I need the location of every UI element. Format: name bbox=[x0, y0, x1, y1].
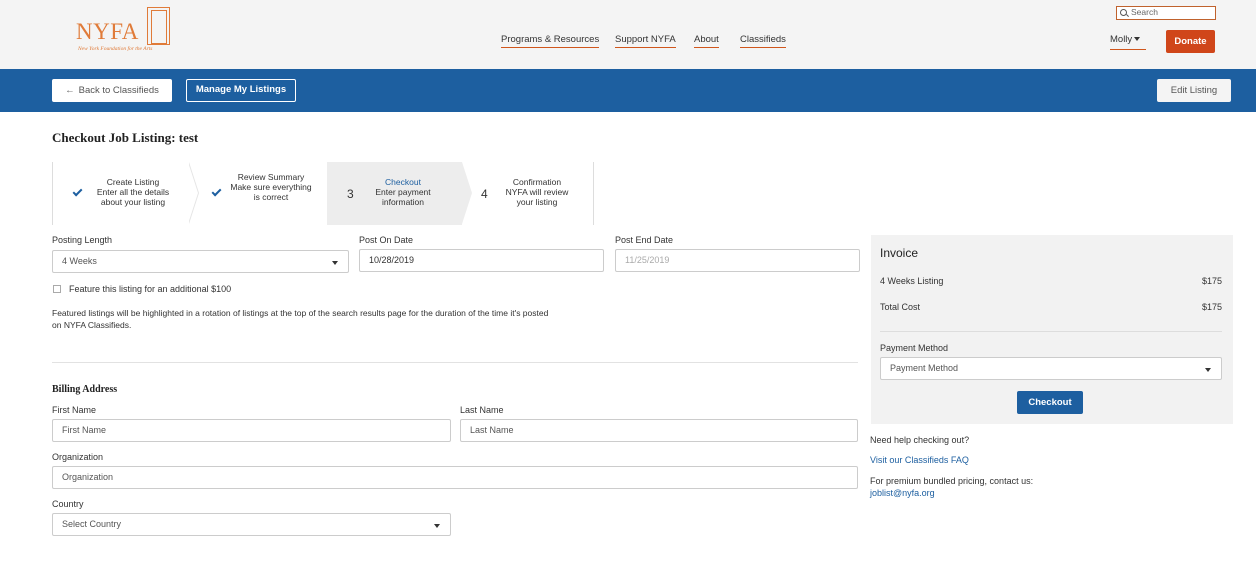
pricing-contact-text: For premium bundled pricing, contact us: bbox=[870, 476, 1034, 486]
step-number: 3 bbox=[347, 187, 354, 201]
posting-length-label: Posting Length bbox=[52, 235, 113, 245]
page-title: Checkout Job Listing: test bbox=[52, 130, 199, 145]
post-end-date-label: Post End Date bbox=[615, 235, 674, 245]
feature-listing-label: Feature this listing for an additional $… bbox=[69, 284, 232, 294]
invoice-total: Total Cost $175 bbox=[880, 302, 1222, 312]
site-header: NYFA New York Foundation for the Arts Pr… bbox=[0, 0, 1256, 69]
step-number: 4 bbox=[481, 187, 488, 201]
post-on-date-input[interactable]: 10/28/2019 bbox=[359, 249, 604, 272]
step-title: Review Summary bbox=[237, 172, 305, 182]
help-question: Need help checking out? bbox=[870, 435, 970, 445]
country-value: Select Country bbox=[62, 519, 122, 529]
billing-address-title: Billing Address bbox=[52, 384, 118, 395]
chevron-down-icon bbox=[434, 524, 440, 528]
search-placeholder: Search bbox=[1131, 7, 1158, 17]
step-checkout: 3 Checkout Enter payment information bbox=[327, 162, 462, 225]
posting-length-select[interactable]: 4 Weeks bbox=[52, 250, 349, 273]
invoice-line-label: 4 Weeks Listing bbox=[880, 276, 944, 286]
arrow-left-icon: ← bbox=[65, 85, 75, 96]
post-on-date-label: Post On Date bbox=[359, 235, 414, 245]
nav-support-nyfa[interactable]: Support NYFA bbox=[615, 34, 676, 48]
country-label: Country bbox=[52, 499, 84, 509]
check-icon bbox=[72, 186, 83, 197]
back-label: Back to Classifieds bbox=[78, 85, 159, 96]
donate-button[interactable]: Donate bbox=[1166, 30, 1215, 53]
back-to-classifieds-button[interactable]: ← Back to Classifieds bbox=[52, 79, 172, 102]
last-name-field[interactable]: Last Name bbox=[460, 419, 858, 442]
post-end-date-input: 11/25/2019 bbox=[615, 249, 860, 272]
check-icon bbox=[211, 186, 222, 197]
step-title: Create Listing bbox=[106, 177, 160, 187]
step-title: Checkout bbox=[385, 177, 421, 187]
posting-length-value: 4 Weeks bbox=[62, 256, 97, 266]
manage-listings-button[interactable]: Manage My Listings bbox=[186, 79, 296, 102]
featured-note: Featured listings will be highlighted in… bbox=[52, 308, 549, 330]
search-icon bbox=[1120, 9, 1127, 16]
chevron-down-icon bbox=[332, 261, 338, 265]
contact-email-link[interactable]: joblist@nyfa.org bbox=[870, 488, 935, 499]
logo-text: NYFA bbox=[76, 19, 139, 44]
listing-toolbar: ← Back to Classifieds Manage My Listings … bbox=[0, 69, 1256, 112]
step-review-summary: Review Summary Make sure everything is c… bbox=[190, 162, 326, 225]
payment-method-select[interactable]: Payment Method bbox=[880, 357, 1222, 380]
step-create-listing: Create Listing Enter all the details abo… bbox=[53, 162, 189, 225]
step-title: Confirmation bbox=[512, 177, 562, 187]
invoice-title: Invoice bbox=[880, 246, 919, 260]
section-divider bbox=[52, 362, 858, 363]
checkout-button[interactable]: Checkout bbox=[1017, 391, 1083, 414]
nav-classifieds[interactable]: Classifieds bbox=[740, 34, 786, 48]
edit-listing-button[interactable]: Edit Listing bbox=[1157, 79, 1231, 102]
user-name: Molly bbox=[1110, 34, 1133, 45]
country-select[interactable]: Select Country bbox=[52, 513, 451, 536]
nyfa-logo[interactable]: NYFA New York Foundation for the Arts bbox=[76, 6, 176, 56]
first-name-field[interactable]: First Name bbox=[52, 419, 451, 442]
first-name-label: First Name bbox=[52, 405, 97, 415]
invoice-line-item: 4 Weeks Listing $175 bbox=[880, 276, 1222, 286]
step-desc: NYFA will review your listing bbox=[505, 187, 569, 207]
classifieds-faq-link[interactable]: Visit our Classifieds FAQ bbox=[870, 455, 969, 466]
search-input[interactable]: Search bbox=[1116, 6, 1216, 20]
invoice-total-amount: $175 bbox=[1201, 302, 1222, 312]
invoice-panel: Invoice 4 Weeks Listing $175 Total Cost … bbox=[871, 235, 1233, 424]
user-menu[interactable]: Molly bbox=[1110, 34, 1146, 50]
step-desc: Enter all the details about your listing bbox=[96, 187, 170, 207]
step-confirmation: 4 Confirmation NYFA will review your lis… bbox=[463, 162, 594, 225]
step-desc: Enter payment information bbox=[375, 187, 431, 207]
chevron-down-icon bbox=[1205, 368, 1211, 372]
logo-subtitle: New York Foundation for the Arts bbox=[78, 46, 153, 52]
step-desc: Make sure everything is correct bbox=[230, 182, 312, 202]
payment-method-value: Payment Method bbox=[890, 363, 959, 373]
chevron-down-icon bbox=[1134, 37, 1141, 42]
invoice-total-label: Total Cost bbox=[880, 302, 921, 312]
logo-frame-icon bbox=[147, 7, 170, 45]
payment-method-label: Payment Method bbox=[880, 343, 949, 353]
organization-label: Organization bbox=[52, 452, 104, 462]
invoice-line-amount: $175 bbox=[1201, 276, 1222, 286]
nav-about[interactable]: About bbox=[694, 34, 719, 48]
last-name-label: Last Name bbox=[460, 405, 504, 415]
nav-programs-resources[interactable]: Programs & Resources bbox=[501, 34, 600, 48]
organization-field[interactable]: Organization bbox=[52, 466, 858, 489]
invoice-divider bbox=[880, 331, 1222, 332]
checkout-steps: Create Listing Enter all the details abo… bbox=[52, 162, 594, 225]
feature-listing-checkbox[interactable] bbox=[53, 285, 61, 293]
